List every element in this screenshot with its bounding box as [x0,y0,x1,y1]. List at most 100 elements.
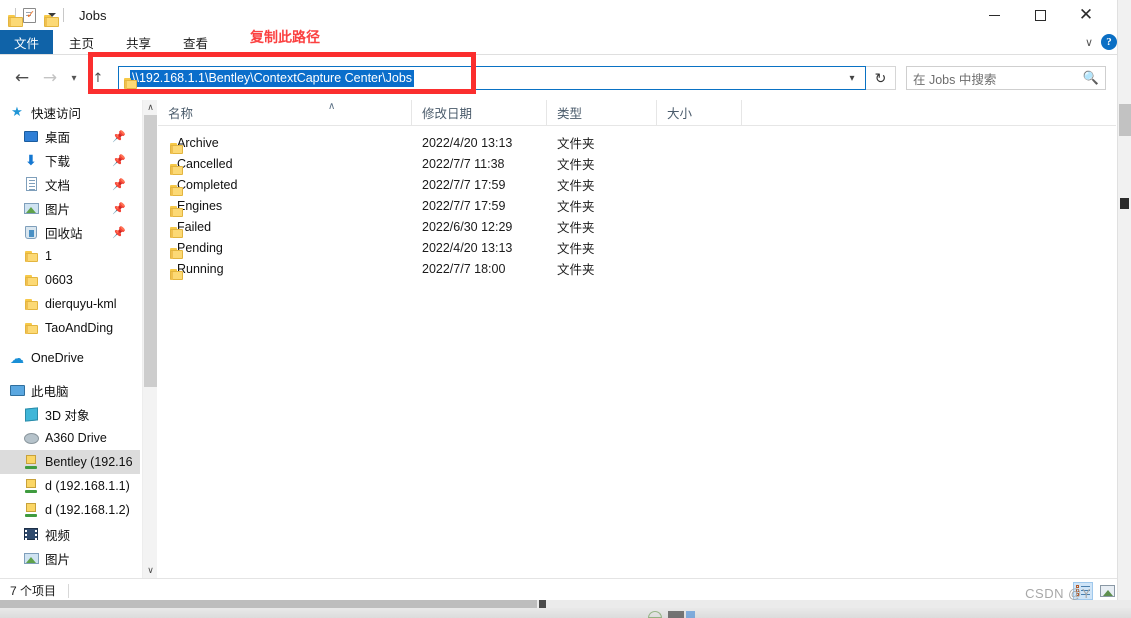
search-input[interactable]: 在 Jobs 中搜索 [913,69,996,88]
window-controls: ✕ [971,0,1109,30]
tab-file[interactable]: 文件 [0,30,54,54]
refresh-button[interactable]: ↻ [866,66,896,90]
scrollbar-thumb[interactable] [1119,104,1131,136]
table-row[interactable]: Pending 2022/4/20 13:13 文件夹 [158,237,1116,259]
search-box[interactable]: 在 Jobs 中搜索 🔍 [906,66,1106,90]
minimize-button[interactable] [971,0,1017,30]
outer-vertical-scrollbar[interactable] [1117,0,1131,602]
sidebar-item-this-pc[interactable]: 此电脑 [0,378,140,402]
sidebar-item-documents[interactable]: 文档 📌 [0,172,140,196]
tab-share[interactable]: 共享 [110,30,167,54]
file-date: 2022/7/7 17:59 [422,177,506,192]
sidebar-item-d-192-168-1-1[interactable]: d (192.168.1.1) [0,474,140,498]
table-row[interactable]: Completed 2022/7/7 17:59 文件夹 [158,174,1116,196]
file-name-cell: Failed [158,220,412,238]
scrollbar-thumb[interactable] [144,115,157,387]
recent-locations-button[interactable]: ▾ [64,64,84,92]
table-row[interactable]: Running 2022/7/7 18:00 文件夹 [158,258,1116,280]
a360-drive-icon [22,432,40,444]
tab-home[interactable]: 主页 [53,30,110,54]
recycle-bin-icon [22,225,40,239]
sidebar-item-label: 文档 [45,178,71,193]
navigation-pane[interactable]: ★ 快速访问 桌面 📌 ⬇ 下载 📌 文档 📌 图片 📌 回收站 📌 1 060… [0,100,140,578]
status-divider [68,583,70,598]
chevron-down-icon: ▾ [71,72,77,84]
address-bar[interactable]: \\192.168.1.1\Bentley\ContextCapture Cen… [118,66,866,90]
scroll-up-arrow-icon[interactable]: ∧ [143,100,158,115]
sidebar-item-recycle-bin[interactable]: 回收站 📌 [0,220,140,244]
sidebar-item-label: 回收站 [45,226,83,241]
file-date: 2022/4/20 13:13 [422,240,513,255]
table-row[interactable]: Cancelled 2022/7/7 11:38 文件夹 [158,153,1116,175]
file-name: Cancelled [177,156,233,171]
help-icon[interactable]: ? [1101,34,1117,50]
downloads-icon: ⬇ [25,151,37,168]
sidebar-item-folder-dierquyu-kml[interactable]: dierquyu-kml [0,292,140,316]
large-icons-view-icon[interactable] [1097,582,1117,600]
search-icon[interactable]: 🔍 [1083,70,1099,86]
column-header-name[interactable]: 名称 ∧ [158,99,412,126]
videos-icon [22,528,40,540]
sidebar-item-videos[interactable]: 视频 [0,522,140,546]
column-header-size[interactable]: 大小 [657,99,742,126]
maximize-button[interactable] [1017,0,1063,30]
pin-icon[interactable]: 📌 [112,226,126,239]
pin-icon[interactable]: 📌 [112,178,126,191]
file-type: 文件夹 [557,179,595,193]
pin-icon[interactable]: 📌 [112,202,126,215]
onedrive-cloud-icon: ☁ [10,349,24,366]
pin-icon[interactable]: 📌 [112,130,126,143]
column-header-type[interactable]: 类型 [547,99,657,126]
folder-icon [22,298,40,310]
sidebar-item-folder-1[interactable]: 1 [0,244,140,268]
address-input[interactable]: \\192.168.1.1\Bentley\ContextCapture Cen… [130,69,415,87]
sidebar-item-downloads[interactable]: ⬇ 下载 📌 [0,148,140,172]
column-header-row: 名称 ∧ 修改日期 类型 大小 [158,99,1116,126]
taskbar-edge [0,608,1131,618]
sidebar-item-3d-objects[interactable]: 3D 对象 [0,402,140,426]
address-dropdown-icon[interactable]: ▾ [839,73,865,84]
forward-button[interactable]: → [36,64,64,92]
table-row[interactable]: Archive 2022/4/20 13:13 文件夹 [158,132,1116,154]
sidebar-item-pictures[interactable]: 图片 📌 [0,196,140,220]
quick-access-toolbar: ✓ Jobs [0,7,106,27]
file-type: 文件夹 [557,158,595,172]
file-list-pane: 名称 ∧ 修改日期 类型 大小 Archive 2022/4/20 13:13 [158,99,1116,578]
sidebar-item-label: d (192.168.1.2) [45,503,130,517]
sidebar-item-folder-0603[interactable]: 0603 [0,268,140,292]
scrollbar-thumb[interactable] [0,600,537,608]
navigation-pane-scrollbar[interactable]: ∧ ∨ [142,100,157,578]
scroll-down-arrow-icon[interactable]: ∨ [143,563,158,578]
sidebar-item-quick-access[interactable]: ★ 快速访问 [0,100,140,124]
status-bar: 7 个项目 [0,578,1131,602]
close-button[interactable]: ✕ [1063,0,1109,30]
sidebar-item-label: 图片 [45,552,71,567]
scrollbar-nub [539,600,546,608]
table-row[interactable]: Failed 2022/6/30 12:29 文件夹 [158,216,1116,238]
pin-icon[interactable]: 📌 [112,154,126,167]
sidebar-item-label: 1 [45,249,52,263]
sidebar-item-bentley[interactable]: Bentley (192.16 [0,450,140,474]
close-icon: ✕ [1078,4,1094,25]
toolbar-separator-2 [63,8,64,22]
sidebar-item-desktop[interactable]: 桌面 📌 [0,124,140,148]
sidebar-item-a360-drive[interactable]: A360 Drive [0,426,140,450]
sidebar-item-label: 快速访问 [31,106,82,121]
column-header-date-modified[interactable]: 修改日期 [412,99,547,126]
sidebar-item-d-192-168-1-2[interactable]: d (192.168.1.2) [0,498,140,522]
properties-icon[interactable]: ✓ [23,7,36,23]
outer-horizontal-scrollbar[interactable] [0,600,1131,608]
sidebar-item-label: 视频 [45,528,71,543]
back-button[interactable]: ← [8,64,36,92]
sidebar-item-pictures-2[interactable]: 图片 [0,546,140,570]
documents-icon [22,177,40,191]
tab-view[interactable]: 查看 [167,30,224,54]
sidebar-item-onedrive[interactable]: ☁ OneDrive [0,346,140,370]
file-name: Completed [177,177,238,192]
file-explorer-window: ✓ Jobs ✕ 文件 主页 共享 查看 ∨ ? ← → ▾ ↑ \\192.1… [0,0,1131,618]
sidebar-item-label: 此电脑 [31,384,69,399]
table-row[interactable]: Engines 2022/7/7 17:59 文件夹 [158,195,1116,217]
sidebar-item-folder-taoandding[interactable]: TaoAndDing [0,316,140,340]
chevron-down-icon[interactable]: ∨ [1085,36,1093,49]
up-button[interactable]: ↑ [84,64,112,92]
